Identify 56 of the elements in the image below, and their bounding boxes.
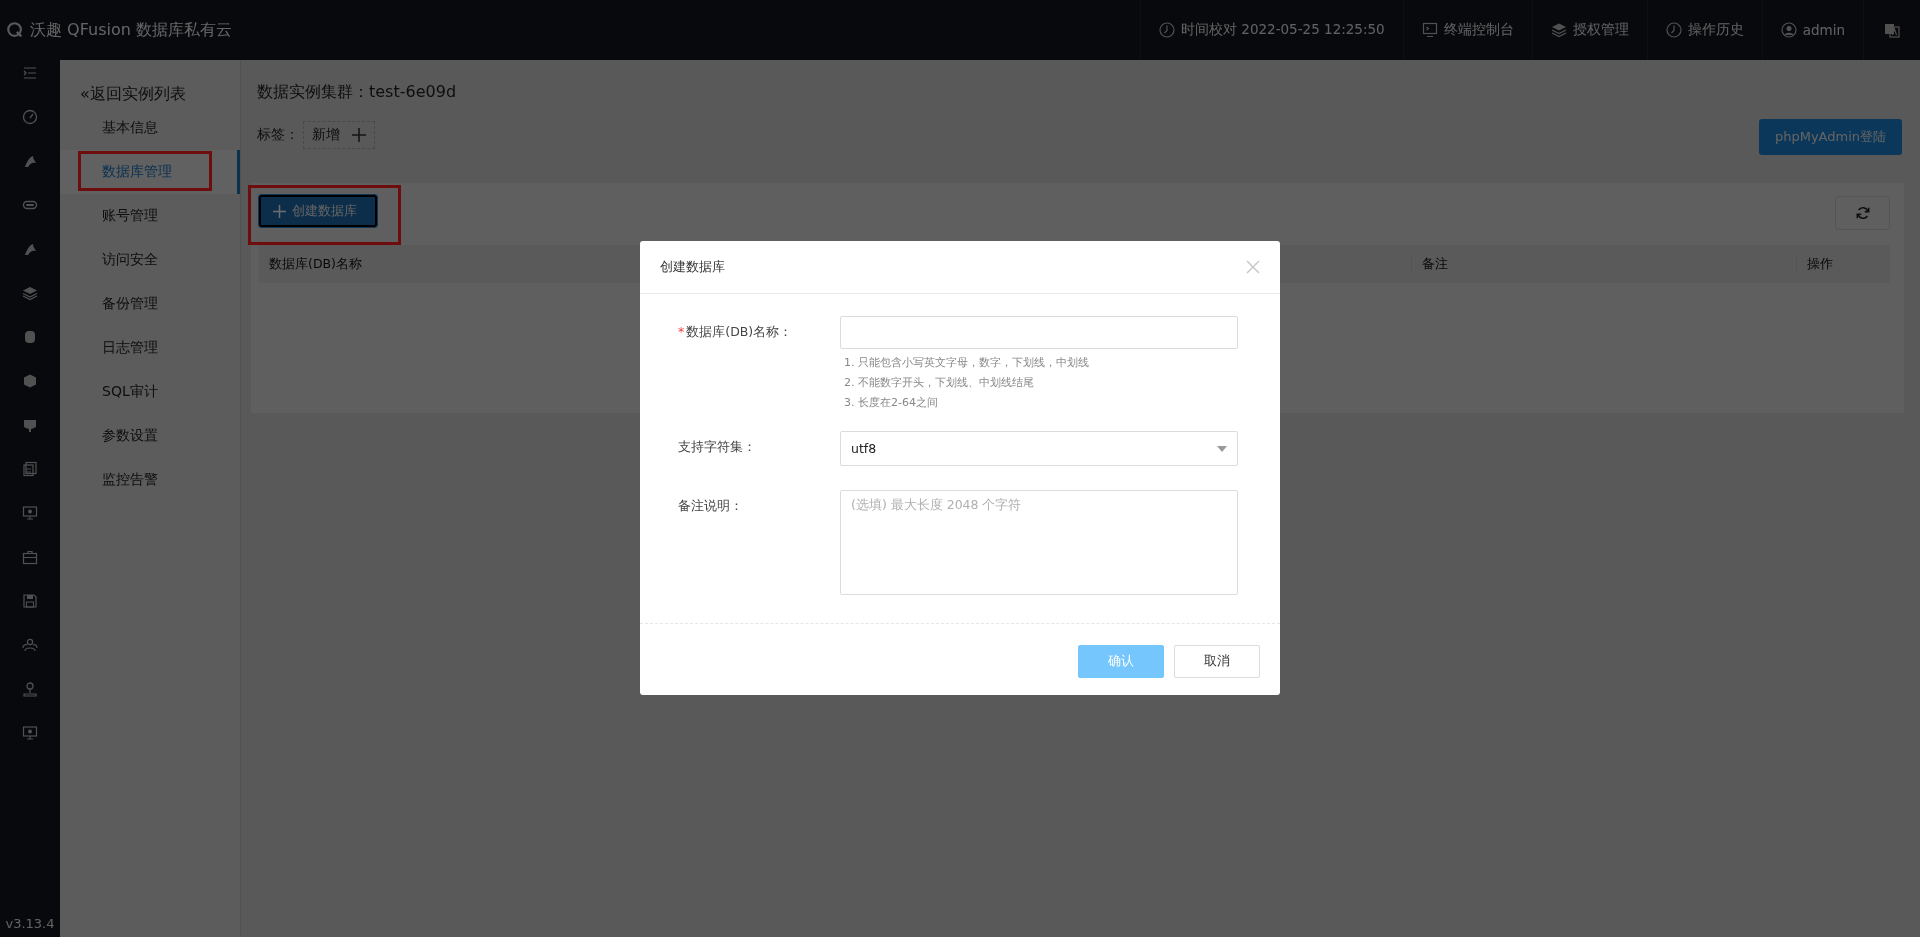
monitor-icon: [1421, 22, 1438, 38]
users-icon[interactable]: [22, 637, 38, 653]
plus-icon: [273, 204, 286, 218]
column-header: 操作: [1807, 255, 1833, 271]
user-icon: [1780, 22, 1797, 38]
database-icon[interactable]: [22, 329, 38, 345]
nav-item[interactable]: 参数设置: [60, 414, 240, 458]
caret-icon: [1217, 445, 1227, 452]
nav-item[interactable]: 数据库管理: [60, 150, 240, 194]
name-input-field[interactable]: [840, 316, 1238, 349]
field-label: 数据库(DB)名称：: [686, 324, 793, 339]
map-pin-icon[interactable]: [22, 681, 38, 697]
remark-text-field[interactable]: (选填) 最大长度 2048 个字符: [840, 490, 1238, 595]
layers-icon[interactable]: [22, 285, 38, 301]
plus-icon: [352, 128, 366, 142]
clock-icon: [1159, 22, 1175, 38]
hint-text: 2. 不能数字开头，下划线、中划线结尾: [844, 375, 1035, 391]
nav-item[interactable]: 监控告警: [60, 458, 240, 502]
field-label: 备注说明：: [678, 498, 743, 513]
confirm-button[interactable]: 确认: [1078, 645, 1164, 678]
column-header: 数据库(DB)名称: [269, 255, 362, 271]
tags-label: 标签：: [257, 126, 299, 144]
hint-text: 3. 长度在2-64之间: [844, 395, 939, 411]
cube-icon[interactable]: [22, 373, 38, 389]
refresh-icon: [1855, 206, 1870, 220]
column-header: 备注: [1422, 255, 1448, 271]
create-database-button[interactable]: 创建数据库: [259, 195, 377, 227]
back-link[interactable]: «返回实例列表: [60, 82, 240, 106]
logo-icon: [6, 21, 24, 39]
clock-icon: [1665, 22, 1682, 38]
documents-icon[interactable]: [22, 461, 38, 477]
nav-item[interactable]: 基本信息: [60, 106, 240, 150]
cancel-button[interactable]: 取消: [1174, 645, 1260, 678]
app-title: 沃趣 QFusion 数据库私有云: [30, 19, 232, 41]
dialog-title: 创建数据库: [660, 258, 725, 276]
close-icon[interactable]: [1246, 260, 1260, 274]
nav-item[interactable]: 访问安全: [60, 238, 240, 282]
monitor-icon[interactable]: [22, 725, 38, 741]
nav-item[interactable]: 日志管理: [60, 326, 240, 370]
nav-item[interactable]: 账号管理: [60, 194, 240, 238]
gauge-icon[interactable]: [22, 109, 38, 125]
nav-item[interactable]: SQL审计: [60, 370, 240, 414]
required-mark: *: [678, 324, 685, 339]
menu-icon[interactable]: [22, 65, 38, 81]
add-tag-button[interactable]: 新增: [303, 121, 375, 149]
version-label: v3.13.4: [5, 916, 55, 933]
monitor-icon[interactable]: [22, 505, 38, 521]
phpmyadmin-login-button[interactable]: phpMyAdmin登陆: [1759, 119, 1902, 155]
layers-icon: [1550, 22, 1567, 38]
charset-select[interactable]: utf8: [840, 431, 1238, 466]
refresh-button[interactable]: [1835, 196, 1890, 230]
hint-text: 1. 只能包含小写英文字母，数字，下划线，中划线: [844, 355, 1090, 371]
nav-item[interactable]: 备份管理: [60, 282, 240, 326]
cluster-title: 数据实例集群：test-6e09d: [257, 82, 457, 103]
briefcase-icon[interactable]: [22, 549, 38, 565]
field-label: 支持字符集：: [678, 439, 756, 454]
